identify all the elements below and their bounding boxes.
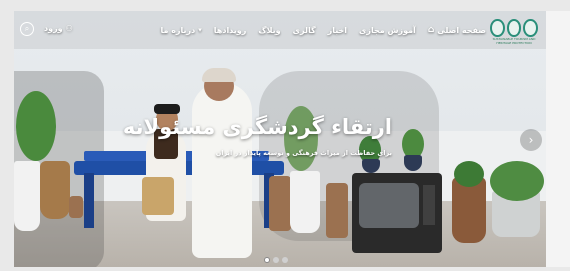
slider-dot-2[interactable] (273, 257, 279, 263)
home-icon: ⌂ (427, 25, 435, 35)
nav-item-virtual-education[interactable]: آموزش مجازی (359, 26, 416, 35)
nav-item-gallery[interactable]: گالری (293, 26, 316, 35)
nav-item-home[interactable]: ⌂ صفحه اصلی (428, 25, 486, 35)
page-edge-panel (546, 11, 570, 267)
nav-item-news[interactable]: اخبار (328, 26, 347, 35)
hero-background-photo (14, 11, 546, 267)
top-navbar: SUSTAINABLE TOURISM AND HERITAGE PROTECT… (14, 11, 546, 49)
slider-next-button[interactable]: › (520, 129, 542, 151)
chevron-right-icon: › (528, 133, 534, 147)
nav-item-events[interactable]: رویدادها (214, 26, 247, 35)
slider-dot-1[interactable] (264, 257, 270, 263)
hero-title: ارتقاء گردشگری مسئولانه (122, 115, 392, 139)
user-icon: ⚇ (65, 24, 73, 33)
hero-subtitle: برای حفاظت از میراث فرهنگی و توسعه پایدا… (215, 149, 392, 157)
slider-pagination (264, 257, 288, 263)
nav-item-about-label: درباره ما (160, 25, 196, 35)
hero-slider: SUSTAINABLE TOURISM AND HERITAGE PROTECT… (14, 11, 546, 267)
nav-item-about[interactable]: درباره ما ▾ (160, 26, 201, 35)
chevron-down-icon: ▾ (198, 26, 202, 34)
login-button[interactable]: ورود ⚇ (44, 24, 73, 33)
main-menu: ⌂ صفحه اصلی آموزش مجازی اخبار گالری وبلا… (160, 11, 486, 49)
nav-item-home-label: صفحه اصلی (437, 25, 486, 35)
nav-item-blog[interactable]: وبلاگ (258, 26, 280, 35)
logo-caption: SUSTAINABLE TOURISM AND HERITAGE PROTECT… (492, 37, 536, 45)
slider-dot-3[interactable] (282, 257, 288, 263)
login-label: ورود (44, 24, 63, 33)
search-icon[interactable]: ⌕ (20, 22, 34, 36)
